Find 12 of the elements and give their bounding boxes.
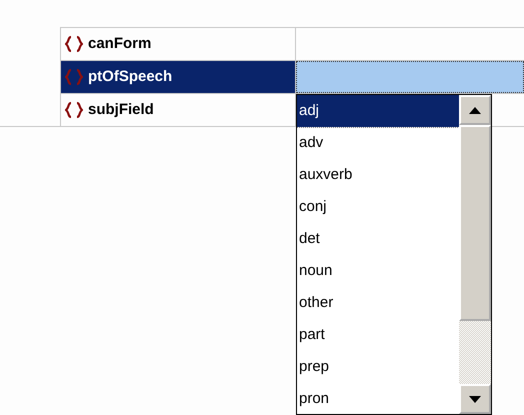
dropdown-option[interactable]: other xyxy=(297,287,459,319)
dropdown-option[interactable]: auxverb xyxy=(297,159,459,191)
dropdown-option[interactable]: noun xyxy=(297,255,459,287)
dropdown-option[interactable]: adv xyxy=(297,127,459,159)
property-name-cell[interactable]: canForm xyxy=(60,28,296,60)
property-name-cell[interactable]: ptOfSpeech xyxy=(60,61,296,93)
dropdown-option[interactable]: part xyxy=(297,319,459,351)
dropdown-option[interactable]: pron xyxy=(297,383,459,414)
dropdown-option[interactable]: adj xyxy=(297,95,459,127)
dropdown-option[interactable]: det xyxy=(297,223,459,255)
dropdown-option[interactable]: conj xyxy=(297,191,459,223)
dropdown-option[interactable]: prep xyxy=(297,351,459,383)
